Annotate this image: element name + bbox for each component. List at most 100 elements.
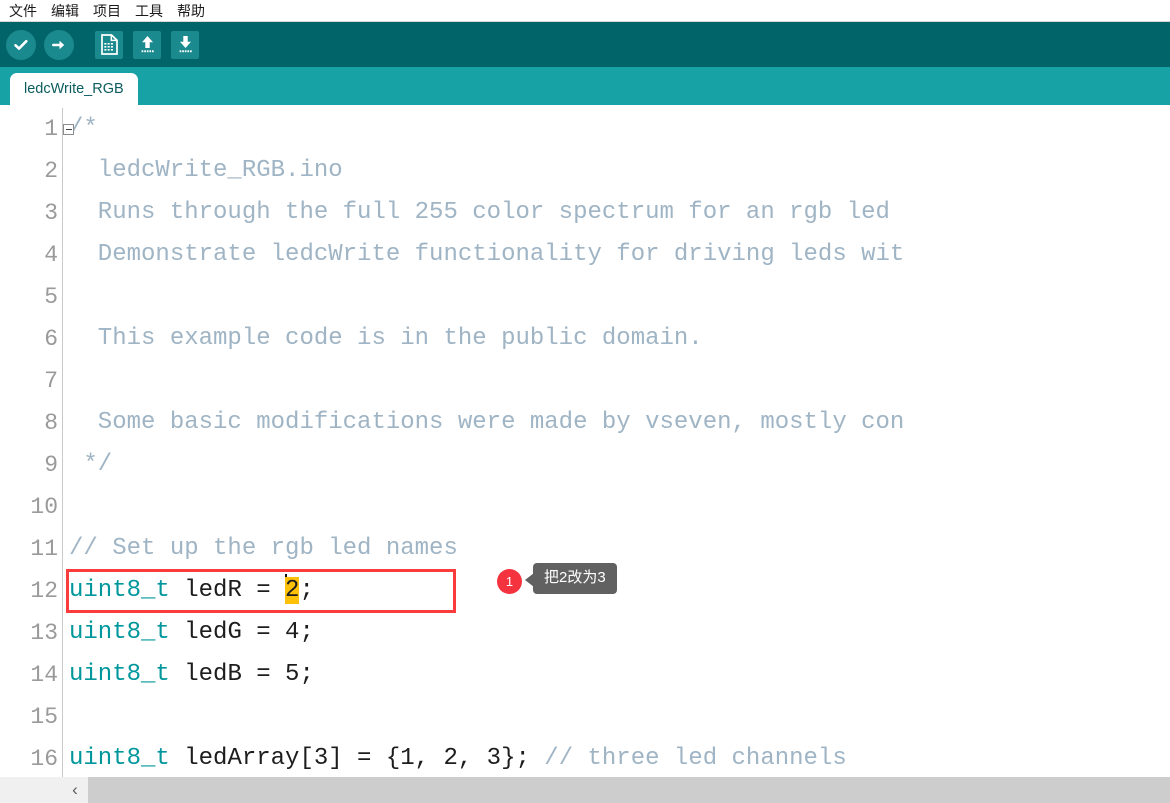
menu-sketch[interactable]: 项目 (86, 1, 128, 21)
code-line[interactable]: 15 (0, 696, 1170, 738)
line-number-text: 16 (30, 746, 58, 772)
code-line[interactable]: 7 (0, 360, 1170, 402)
code-line[interactable]: 14 uint8_t ledB = 5; (0, 654, 1170, 696)
gutter-divider (62, 360, 63, 402)
code-token: This example code is in the public domai… (69, 325, 703, 352)
code-editor[interactable]: 1/* 2 ledcWrite_RGB.ino 3 Runs through the… (0, 105, 1170, 793)
code-token: ledG = 4; (169, 619, 314, 646)
menu-file[interactable]: 文件 (2, 1, 44, 21)
code-token: ledR = (169, 577, 286, 604)
code-line[interactable]: 13 uint8_t ledG = 4; (0, 612, 1170, 654)
line-number: 8 (0, 410, 62, 436)
line-number: 2 (0, 158, 62, 184)
code-line-text: uint8_t ledG = 4; (63, 612, 314, 654)
line-number: 3 (0, 200, 62, 226)
line-number-text: 11 (30, 536, 58, 562)
code-line-text: // Set up the rgb led names (63, 528, 458, 570)
code-line[interactable]: 5 (0, 276, 1170, 318)
verify-check-icon (6, 29, 36, 60)
line-number-text: 13 (30, 620, 58, 646)
code-token: ledB = 5; (169, 661, 314, 688)
save-sketch-button[interactable] (168, 28, 202, 62)
menu-bar: 文件 编辑 项目 工具 帮助 (0, 0, 1170, 22)
line-number: 9 (0, 452, 62, 478)
line-number-text: 15 (30, 704, 58, 730)
line-number-text: 9 (44, 452, 58, 478)
code-token: Runs through the full 255 color spectrum… (69, 199, 890, 226)
line-number: 5 (0, 284, 62, 310)
code-lines-container: 1/* 2 ledcWrite_RGB.ino 3 Runs through the… (0, 105, 1170, 780)
code-fold-minus-icon[interactable] (63, 123, 74, 135)
line-number-text: 6 (44, 326, 58, 352)
line-number: 11 (0, 536, 62, 562)
line-number-text: 3 (44, 200, 58, 226)
code-token: uint8_t (69, 577, 170, 604)
code-line[interactable]: 6 This example code is in the public dom… (0, 318, 1170, 360)
save-down-arrow-icon (171, 30, 199, 59)
verify-button[interactable] (4, 28, 38, 62)
code-token: uint8_t (69, 619, 170, 646)
open-up-arrow-icon (133, 30, 161, 59)
new-document-icon (95, 30, 123, 59)
gutter-divider (62, 696, 63, 738)
line-number: 10 (0, 494, 62, 520)
open-sketch-button[interactable] (130, 28, 164, 62)
code-line[interactable]: 9 */ (0, 444, 1170, 486)
code-token: ledcWrite_RGB.ino (69, 157, 343, 184)
highlighted-token: 2 (285, 577, 300, 604)
code-line[interactable]: 10 (0, 486, 1170, 528)
annotation-tooltip-text: 把2改为3 (544, 569, 606, 586)
code-line[interactable]: 16 uint8_t ledArray[3] = {1, 2, 3}; // th… (0, 738, 1170, 780)
code-line-text: This example code is in the public domai… (63, 318, 703, 360)
code-line-text: */ (63, 444, 112, 486)
arduino-ide-window: 文件 编辑 项目 工具 帮助 ledcWrite_RGB 1 /* 2 ledc… (0, 0, 1170, 803)
annotation-step-number: 1 (505, 574, 514, 589)
gutter-divider (62, 486, 63, 528)
scroll-left-arrow-icon[interactable]: ‹ (62, 777, 88, 803)
code-line[interactable]: 8 Some basic modifications were made by … (0, 402, 1170, 444)
code-line-text: ledcWrite_RGB.ino (63, 150, 343, 192)
code-line-text: Demonstrate ledcWrite functionality for … (63, 234, 905, 276)
upload-button[interactable] (42, 28, 76, 62)
code-line[interactable]: 4 Demonstrate ledcWrite functionality fo… (0, 234, 1170, 276)
code-line[interactable]: 1/* (0, 108, 1170, 150)
code-token: ledArray[3] = {1, 2, 3}; (169, 745, 545, 772)
line-number-text: 4 (44, 242, 58, 268)
code-token: uint8_t (69, 745, 170, 772)
tab-bar: ledcWrite_RGB (0, 67, 1170, 105)
code-line-text: Some basic modifications were made by vs… (63, 402, 905, 444)
code-line-text: uint8_t ledR = 2; (63, 570, 314, 612)
code-line[interactable]: 3 Runs through the full 255 color spectr… (0, 192, 1170, 234)
new-sketch-button[interactable] (92, 28, 126, 62)
code-line-text: uint8_t ledB = 5; (63, 654, 314, 696)
menu-edit[interactable]: 编辑 (44, 1, 86, 21)
code-token: Some basic modifications were made by vs… (69, 409, 905, 436)
upload-arrow-icon (44, 29, 74, 60)
code-line[interactable]: 2 ledcWrite_RGB.ino (0, 150, 1170, 192)
scrollbar-track[interactable] (88, 777, 1170, 803)
code-token: ; (299, 577, 314, 604)
line-number: 16 (0, 746, 62, 772)
line-number-text: 2 (44, 158, 58, 184)
code-line-text: uint8_t ledArray[3] = {1, 2, 3}; // thre… (63, 738, 847, 780)
tab-ledcwrite-rgb[interactable]: ledcWrite_RGB (10, 73, 138, 105)
line-number: 1 (0, 116, 74, 142)
line-number: 6 (0, 326, 62, 352)
line-number-text: 10 (30, 494, 58, 520)
scrollbar-thumb[interactable] (88, 777, 1170, 803)
code-token: Demonstrate ledcWrite functionality for … (69, 241, 905, 268)
code-token: // three led channels (544, 745, 847, 772)
menu-help[interactable]: 帮助 (170, 1, 212, 21)
scroll-left-arrow-glyph: ‹ (72, 780, 78, 799)
code-line-text: Runs through the full 255 color spectrum… (63, 192, 890, 234)
line-number: 12 (0, 578, 62, 604)
code-token: // Set up the rgb led names (69, 535, 458, 562)
line-number-text: 1 (44, 116, 58, 142)
annotation-step-badge: 1 (497, 569, 522, 594)
tab-label: ledcWrite_RGB (24, 81, 124, 97)
toolbar (0, 22, 1170, 67)
scrollbar-gutter-spacer (0, 777, 62, 803)
horizontal-scrollbar[interactable]: ‹ (0, 777, 1170, 803)
menu-tools[interactable]: 工具 (128, 1, 170, 21)
annotation-tooltip: 把2改为3 (525, 563, 617, 594)
